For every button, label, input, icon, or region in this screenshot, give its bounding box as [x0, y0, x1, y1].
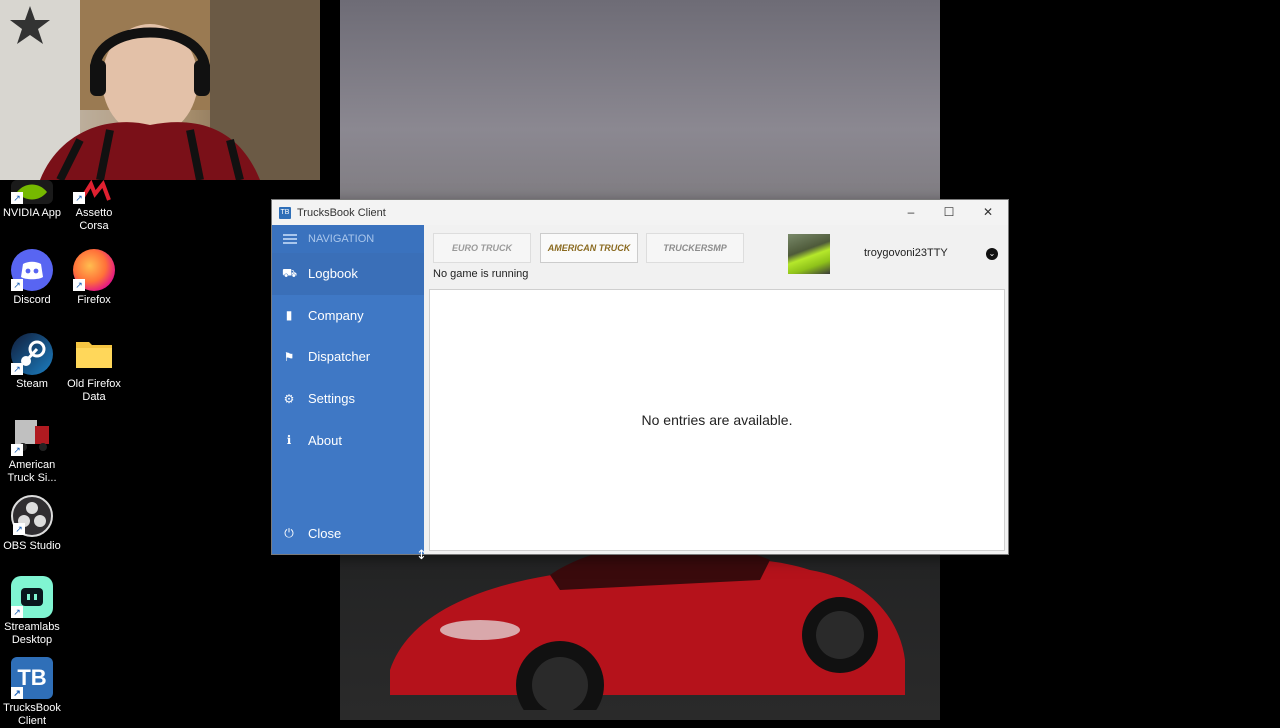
trucksbook-window: TB TrucksBook Client – ☐ ✕ NAVIGATION ⛟ …: [272, 200, 1008, 554]
sidebar-item-company[interactable]: ▮ Company: [272, 295, 424, 337]
desktop-icon-label: TrucksBook Client: [3, 702, 61, 727]
sidebar-item-label: Settings: [308, 391, 355, 407]
chevron-down-icon[interactable]: ⌄: [986, 248, 998, 260]
firefox-icon: ↗: [73, 249, 115, 291]
window-title: TrucksBook Client: [297, 206, 386, 219]
sidebar-item-label: Company: [308, 307, 364, 323]
desktop-icon-assetto-corsa[interactable]: ↗ Assetto Corsa: [62, 179, 126, 233]
desktop-icon-steam[interactable]: ↗ Steam: [0, 333, 64, 391]
navigation-header-label: NAVIGATION: [308, 233, 375, 245]
desktop-icon-trucksbook-client[interactable]: TB ↗ TrucksBook Client: [0, 657, 64, 728]
desktop-icon-label: Streamlabs Desktop: [4, 621, 60, 646]
nvidia-icon: ↗: [11, 180, 53, 204]
gears-icon: ⚙: [283, 391, 295, 406]
discord-icon: ↗: [11, 249, 53, 291]
sidebar-item-dispatcher[interactable]: ⚑ Dispatcher: [272, 336, 424, 378]
shortcut-arrow-icon: ↗: [11, 363, 23, 375]
power-icon: ⏻: [284, 525, 294, 540]
profile-avatar[interactable]: [788, 234, 830, 274]
webcam-overlay: [0, 0, 320, 180]
desktop-icon-label: Discord: [13, 294, 51, 306]
info-icon: ℹ: [286, 433, 292, 448]
desktop-icon-firefox[interactable]: ↗ Firefox: [62, 249, 126, 307]
sidebar-item-logbook[interactable]: ⛟ Logbook: [272, 253, 424, 295]
shortcut-arrow-icon: ↗: [11, 687, 23, 699]
shortcut-arrow-icon: ↗: [11, 444, 23, 456]
shortcut-arrow-icon: ↗: [11, 279, 23, 291]
navigation-header[interactable]: NAVIGATION: [272, 225, 424, 253]
assetto-corsa-icon: ↗: [73, 179, 115, 204]
sidebar-item-label: Close: [308, 525, 342, 541]
game-button-ats[interactable]: AMERICAN TRUCK: [540, 233, 638, 263]
desktop-icon-label: OBS Studio: [3, 540, 61, 552]
sidebar: NAVIGATION ⛟ Logbook ▮ Company ⚑ Dispatc…: [272, 225, 424, 554]
logbook-panel: No entries are available.: [429, 289, 1005, 551]
sidebar-item-label: About: [308, 432, 342, 448]
sidebar-item-label: Dispatcher: [308, 349, 371, 365]
desktop-icon-label: Steam: [16, 378, 48, 390]
desktop-icon-streamlabs[interactable]: ↗ Streamlabs Desktop: [0, 576, 64, 647]
desktop-icon-label: Assetto Corsa: [75, 207, 113, 232]
ats-truck-icon: ↗: [11, 414, 53, 456]
signpost-icon: ⚑: [283, 349, 295, 364]
truck-icon: ⛟: [282, 265, 298, 280]
building-icon: ▮: [285, 308, 293, 323]
shortcut-arrow-icon: ↗: [11, 606, 23, 618]
trucksbook-app-icon: TB: [279, 206, 291, 219]
shortcut-arrow-icon: ↗: [73, 192, 85, 204]
desktop-icon-discord[interactable]: ↗ Discord: [0, 249, 64, 307]
sidebar-item-about[interactable]: ℹ About: [272, 419, 424, 461]
desktop-icon-american-truck-sim[interactable]: ↗ American Truck Si...: [0, 414, 64, 485]
ets2-logo: EURO TRUCK: [452, 243, 512, 253]
ats-logo: AMERICAN TRUCK: [547, 243, 631, 253]
sidebar-item-label: Logbook: [308, 266, 358, 282]
desktop-icon-label: Firefox: [77, 294, 111, 306]
folder-icon: [73, 333, 115, 375]
desktop-icon-old-firefox-data[interactable]: Old Firefox Data: [62, 333, 126, 404]
game-status-text: No game is running: [433, 268, 529, 280]
desktop-icon-obs-studio[interactable]: ↗ OBS Studio: [0, 495, 64, 553]
shortcut-arrow-icon: ↗: [73, 279, 85, 291]
desktop-icon-label: NVIDIA App: [2, 207, 62, 219]
truckersmp-logo: TRUCKERSMP: [663, 243, 727, 253]
steam-icon: ↗: [11, 333, 53, 375]
trucksbook-icon: TB ↗: [11, 657, 53, 699]
obs-icon: ↗: [11, 495, 53, 537]
sidebar-item-close[interactable]: ⏻ Close: [272, 512, 424, 554]
game-button-ets2[interactable]: EURO TRUCK: [433, 233, 531, 263]
streamlabs-icon: ↗: [11, 576, 53, 618]
resize-cursor-icon: ↕: [416, 548, 427, 563]
desktop-icon-label: American Truck Si...: [7, 459, 57, 484]
desktop-icon-label: Old Firefox Data: [67, 378, 121, 403]
shortcut-arrow-icon: ↗: [13, 523, 25, 535]
minimize-button[interactable]: –: [892, 200, 930, 225]
profile-username[interactable]: troygovoni23TTY: [864, 247, 948, 259]
game-button-truckersmp[interactable]: TRUCKERSMP: [646, 233, 744, 263]
hamburger-icon[interactable]: [283, 232, 297, 246]
maximize-button[interactable]: ☐: [930, 200, 968, 225]
shortcut-arrow-icon: ↗: [11, 192, 23, 204]
desktop-icon-nvidia-app[interactable]: ↗ NVIDIA App: [0, 180, 64, 220]
window-titlebar[interactable]: TB TrucksBook Client – ☐ ✕: [272, 200, 1008, 225]
empty-state-message: No entries are available.: [641, 412, 793, 428]
game-toolbar: EURO TRUCK AMERICAN TRUCK TRUCKERSMP No …: [424, 225, 1008, 287]
close-window-button[interactable]: ✕: [969, 200, 1007, 225]
sidebar-item-settings[interactable]: ⚙ Settings: [272, 378, 424, 420]
